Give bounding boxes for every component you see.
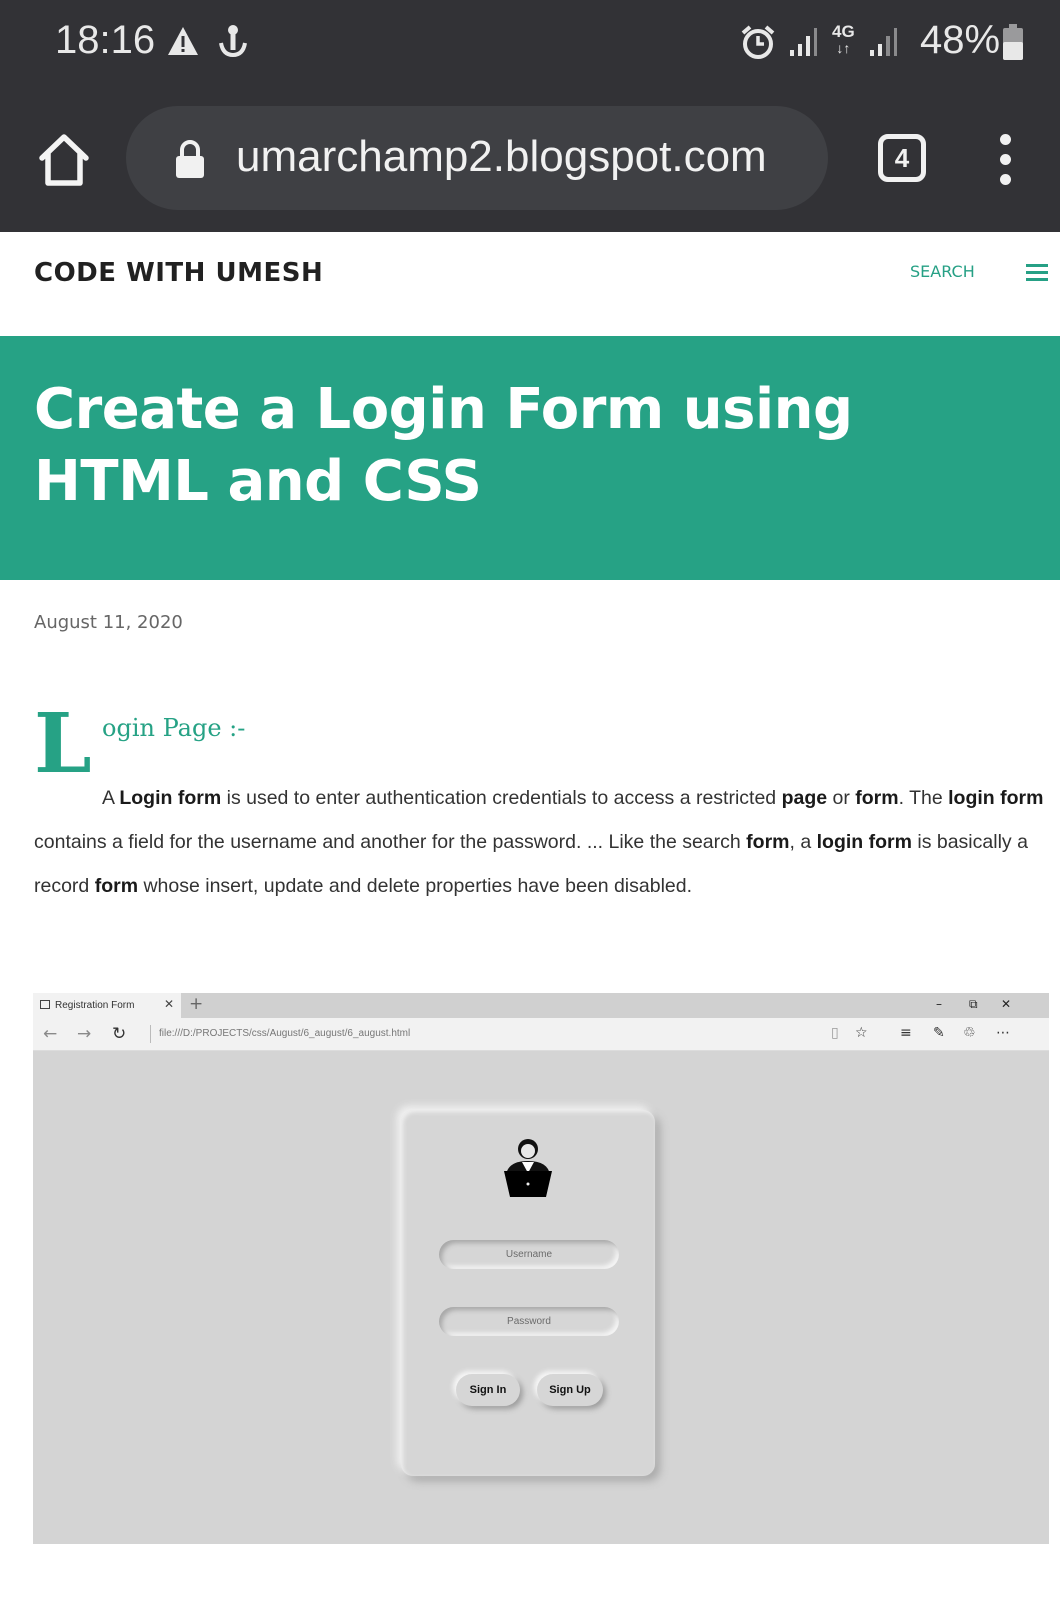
- post-paragraph: A Login form is used to enter authentica…: [34, 776, 1044, 908]
- url-text[interactable]: umarchamp2.blogspot.com: [236, 132, 767, 182]
- close-icon: ✕: [164, 997, 175, 1011]
- login-card: Username Password Sign In Sign Up: [401, 1110, 655, 1476]
- bold-term: form: [746, 831, 790, 853]
- bold-term: form: [855, 787, 899, 809]
- blog-header: CODE WITH UMESH SEARCH: [0, 232, 1060, 336]
- tab-switcher-button[interactable]: 4: [878, 134, 926, 182]
- bold-term: login form: [948, 787, 1044, 809]
- back-arrow-icon: ←: [43, 1024, 58, 1044]
- post-title: Create a Login Form using HTML and CSS: [34, 377, 853, 514]
- new-tab-icon: +: [189, 994, 204, 1014]
- signal-icon: [870, 28, 897, 56]
- network-type: 4G ↓↑: [832, 22, 855, 56]
- forward-arrow-icon: →: [77, 1024, 92, 1044]
- status-bar: 18:16 4G ↓↑ 48%: [0, 0, 1060, 88]
- warning-icon: [168, 27, 198, 55]
- data-arrows-icon: ↓↑: [836, 40, 851, 56]
- paragraph-text: . The: [898, 787, 949, 809]
- hub-icon: ≡: [900, 1025, 912, 1041]
- bold-term: Login form: [119, 787, 222, 809]
- image-url: file:///D:/PROJECTS/css/August/6_august/…: [159, 1028, 411, 1039]
- reading-view-icon: ▯: [831, 1025, 839, 1041]
- sign-in-button: Sign In: [456, 1374, 520, 1406]
- more-icon: ⋯: [996, 1025, 1010, 1041]
- image-tab-title: Registration Form: [55, 1000, 135, 1011]
- sign-up-button: Sign Up: [537, 1374, 603, 1406]
- password-field: Password: [439, 1307, 619, 1336]
- battery-percent: 48%: [920, 18, 1001, 62]
- paragraph-text: is used to enter authentication credenti…: [221, 787, 782, 809]
- overflow-menu-icon[interactable]: [995, 134, 1015, 186]
- alarm-icon: [741, 25, 775, 59]
- url-bar[interactable]: umarchamp2.blogspot.com: [126, 106, 828, 210]
- anchor-icon: [219, 25, 247, 58]
- lock-icon: [176, 140, 204, 178]
- note-icon: ✎: [933, 1025, 945, 1041]
- close-icon: ✕: [1001, 997, 1012, 1011]
- paragraph-text: whose insert, update and delete properti…: [138, 875, 693, 897]
- refresh-icon: ↻: [112, 1024, 127, 1044]
- signal-icon: [790, 28, 817, 56]
- hamburger-menu-icon[interactable]: [1026, 264, 1048, 282]
- post-subheading: ogin Page :-: [102, 714, 246, 742]
- image-address-bar: ← → ↻ file:///D:/PROJECTS/css/August/6_a…: [33, 1018, 1049, 1051]
- page-icon: [40, 1000, 50, 1009]
- paragraph-text: contains a field for the username and an…: [34, 831, 747, 853]
- post-image[interactable]: Registration Form ✕ + – ⧉ ✕ ← → ↻ file:/…: [33, 993, 1049, 1544]
- image-tab: Registration Form ✕: [33, 993, 181, 1018]
- paragraph-text: , a: [789, 831, 817, 853]
- restore-icon: ⧉: [969, 997, 978, 1011]
- post-hero: Create a Login Form using HTML and CSS: [0, 336, 1060, 580]
- share-icon: ♲: [963, 1025, 976, 1041]
- user-laptop-icon: [504, 1139, 552, 1197]
- drop-cap: L: [34, 696, 92, 792]
- image-tab-bar: Registration Form ✕ + – ⧉ ✕: [33, 993, 1049, 1018]
- post-date: August 11, 2020: [34, 612, 183, 633]
- status-time: 18:16: [55, 18, 156, 62]
- minimize-icon: –: [936, 997, 942, 1011]
- search-link[interactable]: SEARCH: [910, 262, 975, 281]
- battery-icon: [1003, 24, 1023, 60]
- username-field: Username: [439, 1240, 619, 1269]
- blog-name[interactable]: CODE WITH UMESH: [34, 258, 323, 288]
- bold-term: page: [781, 787, 828, 809]
- paragraph-text: A: [102, 787, 120, 809]
- browser-toolbar: umarchamp2.blogspot.com 4: [0, 88, 1060, 232]
- bold-term: form: [94, 875, 139, 897]
- bold-term: login form: [816, 831, 912, 853]
- home-icon[interactable]: [36, 132, 92, 188]
- star-icon: ☆: [855, 1025, 868, 1041]
- paragraph-text: or: [827, 787, 856, 809]
